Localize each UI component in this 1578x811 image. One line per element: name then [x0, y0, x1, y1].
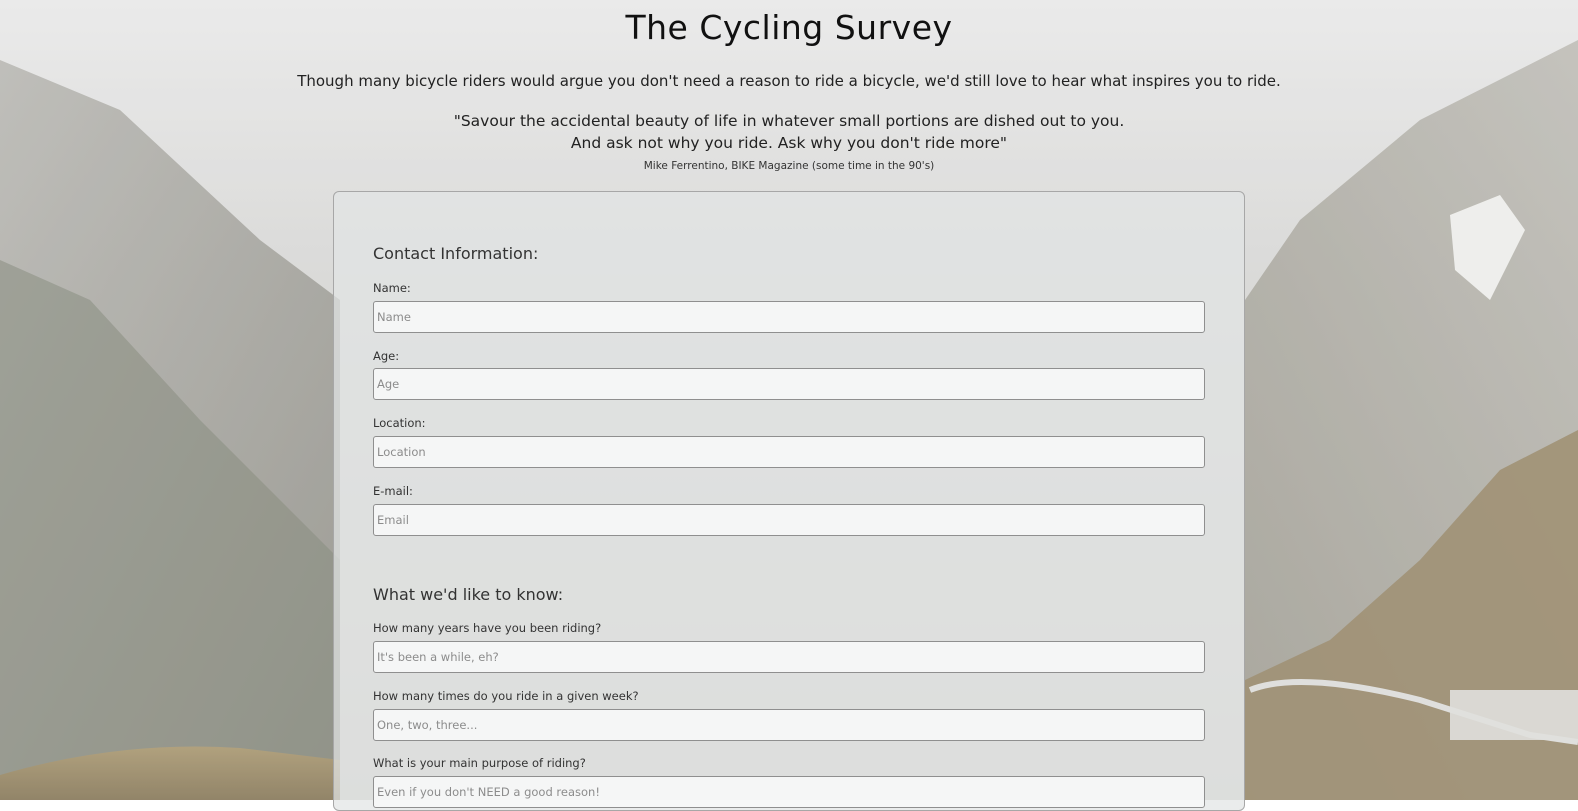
quote-line-1: "Savour the accidental beauty of life in…: [453, 112, 1125, 130]
years-riding-label: How many years have you been riding?: [373, 621, 602, 635]
age-input[interactable]: [373, 368, 1205, 400]
survey-page: The Cycling Survey Though many bicycle r…: [0, 0, 1578, 811]
quote-text: "Savour the accidental beauty of life in…: [0, 110, 1578, 154]
page-title: The Cycling Survey: [625, 8, 953, 47]
riding-purpose-input[interactable]: [373, 776, 1205, 808]
riding-purpose-label: What is your main purpose of riding?: [373, 756, 586, 770]
rides-per-week-label: How many times do you ride in a given we…: [373, 689, 639, 703]
email-input[interactable]: [373, 504, 1205, 536]
questions-section-heading: What we'd like to know:: [373, 585, 564, 604]
age-label: Age:: [373, 349, 400, 363]
location-label: Location:: [373, 416, 426, 430]
name-label: Name:: [373, 281, 411, 295]
quote-line-2: And ask not why you ride. Ask why you do…: [570, 134, 1008, 152]
contact-section-heading: Contact Information:: [373, 244, 539, 263]
intro-text: Though many bicycle riders would argue y…: [297, 72, 1281, 90]
years-riding-input[interactable]: [373, 641, 1205, 673]
email-label: E-mail:: [373, 484, 413, 498]
quote-attribution: Mike Ferrentino, BIKE Magazine (some tim…: [643, 160, 935, 172]
rides-per-week-input[interactable]: [373, 709, 1205, 741]
location-input[interactable]: [373, 436, 1205, 468]
name-input[interactable]: [373, 301, 1205, 333]
survey-form: Contact Information: Name: Age: Location…: [333, 191, 1245, 811]
